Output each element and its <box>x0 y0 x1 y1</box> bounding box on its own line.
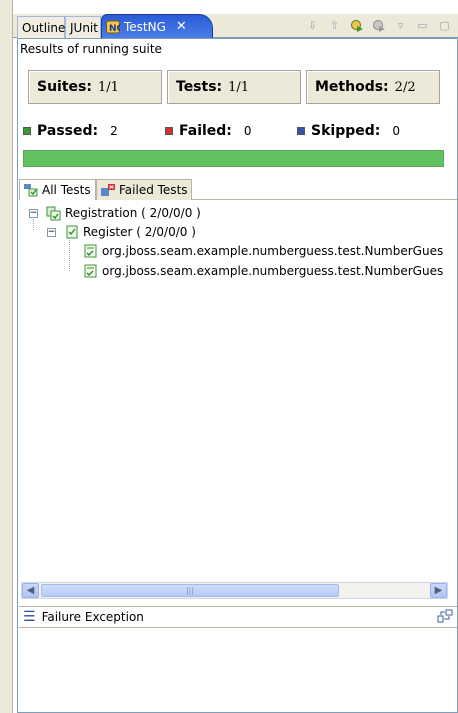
rerun-icon[interactable] <box>349 18 364 33</box>
passed-label: Passed: <box>37 123 99 139</box>
suite-icon <box>46 206 61 220</box>
failure-exception-bar: ☰ Failure Exception <box>19 606 457 628</box>
all-tests-label: All Tests <box>42 183 91 197</box>
test-icon <box>66 225 78 238</box>
maximize-icon[interactable]: ▢ <box>437 18 452 33</box>
progress-bar <box>23 150 444 167</box>
passed-icon <box>23 127 31 135</box>
tests-label: Tests: <box>176 79 223 95</box>
tab-failed-tests[interactable]: Failed Tests <box>96 179 192 200</box>
view-toolbar: ⇩ ⇧ ▿ ▭ ▢ <box>305 18 452 33</box>
failed-tests-label: Failed Tests <box>119 183 188 197</box>
passed-value: 2 <box>110 124 118 138</box>
scroll-left-icon[interactable]: ◀ <box>22 583 39 598</box>
skipped-status: Skipped: 0 <box>297 123 447 139</box>
menu-lines-icon[interactable]: ☰ <box>23 609 36 625</box>
collapse-icon[interactable]: − <box>47 227 56 237</box>
method-pass-icon <box>84 244 97 257</box>
tests-counter: Tests: 1/1 <box>167 70 301 104</box>
tree-node-method[interactable]: org.jboss.seam.example.numberguess.test.… <box>83 242 443 260</box>
passed-status: Passed: 2 <box>23 123 165 139</box>
view-menu-icon[interactable]: ▿ <box>393 18 408 33</box>
failed-value: 0 <box>243 124 252 138</box>
results-heading: Results of running suite <box>20 42 162 56</box>
horizontal-scrollbar[interactable]: ◀ ||| ▶ <box>21 582 448 599</box>
suites-counter: Suites: 1/1 <box>28 70 162 104</box>
failed-status: Failed: 0 <box>165 123 297 139</box>
failure-exception-title: Failure Exception <box>41 610 144 624</box>
suite-label: Registration ( 2/0/0/0 ) <box>65 206 201 220</box>
close-icon[interactable]: ✕ <box>176 19 187 34</box>
methods-label: Methods: <box>315 79 389 95</box>
minimize-icon[interactable]: ▭ <box>415 18 430 33</box>
methods-counter: Methods: 2/2 <box>306 70 440 104</box>
testng-icon: NG <box>106 20 120 34</box>
tree-node-suite[interactable]: − Registration ( 2/0/0/0 ) <box>29 204 201 222</box>
tab-outline[interactable]: Outline <box>17 16 65 38</box>
svg-text:NG: NG <box>109 24 120 34</box>
tab-junit-label: JUnit <box>70 20 98 35</box>
method-label: org.jboss.seam.example.numberguess.test.… <box>102 244 444 258</box>
tree-node-method[interactable]: org.jboss.seam.example.numberguess.test.… <box>83 262 443 280</box>
all-tests-icon <box>24 184 38 197</box>
suites-label: Suites: <box>37 79 92 95</box>
left-gutter <box>0 0 13 713</box>
method-label: org.jboss.seam.example.numberguess.test.… <box>102 264 444 278</box>
tab-junit[interactable]: JUnit <box>65 16 101 38</box>
tab-testng-label: TestNG <box>124 19 166 34</box>
failed-icon <box>165 127 173 135</box>
tab-testng[interactable]: NG TestNG ✕ <box>101 14 213 39</box>
test-label: Register ( 2/0/0/0 ) <box>83 225 196 239</box>
suites-value: 1/1 <box>97 79 119 95</box>
skipped-value: 0 <box>392 124 400 138</box>
counters-row: Suites: 1/1 Tests: 1/1 Methods: 2/2 <box>28 70 448 104</box>
rerun-failed-icon[interactable] <box>371 18 386 33</box>
scroll-right-icon[interactable]: ▶ <box>430 583 447 598</box>
results-subtabs: All Tests Failed Tests <box>19 179 457 200</box>
testng-results-panel: Results of running suite Suites: 1/1 Tes… <box>17 38 458 713</box>
status-row: Passed: 2 Failed: 0 Skipped: 0 <box>23 122 453 140</box>
scrollbar-thumb[interactable]: ||| <box>41 584 339 597</box>
failed-tests-icon <box>101 184 115 196</box>
failed-label: Failed: <box>179 123 232 139</box>
methods-value: 2/2 <box>394 79 416 95</box>
collapse-icon[interactable]: − <box>29 208 38 218</box>
tests-value: 1/1 <box>228 79 250 95</box>
method-pass-icon <box>84 264 97 277</box>
tree-node-test[interactable]: − Register ( 2/0/0/0 ) <box>47 223 196 241</box>
test-tree: − Registration ( 2/0/0/0 ) − Register ( … <box>19 201 457 579</box>
next-failure-icon[interactable]: ⇩ <box>305 18 320 33</box>
tab-outline-label: Outline <box>22 20 66 35</box>
skipped-label: Skipped: <box>311 123 381 139</box>
view-tab-strip: Outline JUnit NG TestNG ✕ ⇩ ⇧ ▿ ▭ ▢ <box>13 14 458 39</box>
tab-all-tests[interactable]: All Tests <box>19 179 96 200</box>
previous-failure-icon[interactable]: ⇧ <box>327 18 342 33</box>
skipped-icon <box>297 127 305 135</box>
compare-icon[interactable] <box>437 609 453 626</box>
